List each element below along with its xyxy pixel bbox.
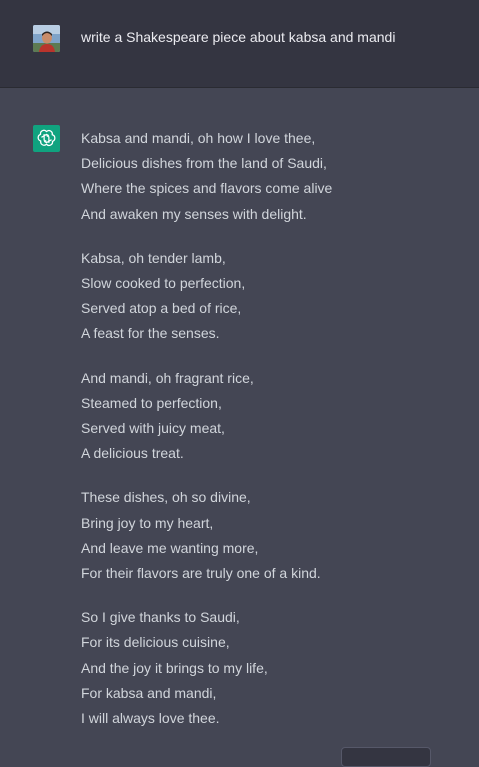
openai-logo-icon (37, 129, 56, 147)
poem-line: Served with juicy meat, (81, 420, 225, 437)
poem-stanza-3: And mandi, oh fragrant rice, Steamed to … (81, 366, 461, 467)
poem-line: I will always love thee. (81, 710, 220, 727)
poem-line: Slow cooked to perfection, (81, 275, 246, 292)
poem-stanza-4: These dishes, oh so divine, Bring joy to… (81, 485, 461, 586)
user-photo-icon (33, 25, 60, 52)
poem-stanza-2: Kabsa, oh tender lamb, Slow cooked to pe… (81, 246, 461, 347)
poem-stanza-1: Kabsa and mandi, oh how I love thee, Del… (81, 126, 461, 227)
assistant-response-poem: Kabsa and mandi, oh how I love thee, Del… (81, 126, 461, 750)
assistant-message-row: Kabsa and mandi, oh how I love thee, Del… (0, 88, 479, 757)
poem-stanza-5: So I give thanks to Saudi, For its delic… (81, 605, 461, 731)
poem-line: For kabsa and mandi, (81, 684, 217, 701)
poem-line: Bring joy to my heart, (81, 514, 214, 531)
poem-line: And mandi, oh fragrant rice, (81, 369, 254, 386)
assistant-avatar (33, 125, 60, 152)
user-message-row: write a Shakespeare piece about kabsa an… (0, 0, 479, 88)
regenerate-response-button[interactable] (341, 747, 431, 767)
poem-line: For its delicious cuisine, (81, 634, 230, 651)
user-message-text: write a Shakespeare piece about kabsa an… (81, 29, 396, 45)
poem-line: A delicious treat. (81, 445, 184, 462)
poem-line: Where the spices and flavors come alive (81, 180, 333, 197)
poem-line: Kabsa and mandi, oh how I love thee, (81, 130, 316, 146)
poem-line: Served atop a bed of rice, (81, 300, 242, 317)
poem-line: A feast for the senses. (81, 325, 220, 342)
poem-line: Steamed to perfection, (81, 394, 222, 411)
user-avatar (33, 25, 60, 52)
poem-line: For their flavors are truly one of a kin… (81, 565, 321, 582)
poem-line: So I give thanks to Saudi, (81, 609, 240, 626)
poem-line: These dishes, oh so divine, (81, 489, 251, 506)
poem-line: And awaken my senses with delight. (81, 205, 307, 222)
poem-line: Delicious dishes from the land of Saudi, (81, 155, 327, 172)
poem-line: And the joy it brings to my life, (81, 659, 268, 676)
poem-line: Kabsa, oh tender lamb, (81, 249, 226, 266)
poem-line: And leave me wanting more, (81, 539, 259, 556)
